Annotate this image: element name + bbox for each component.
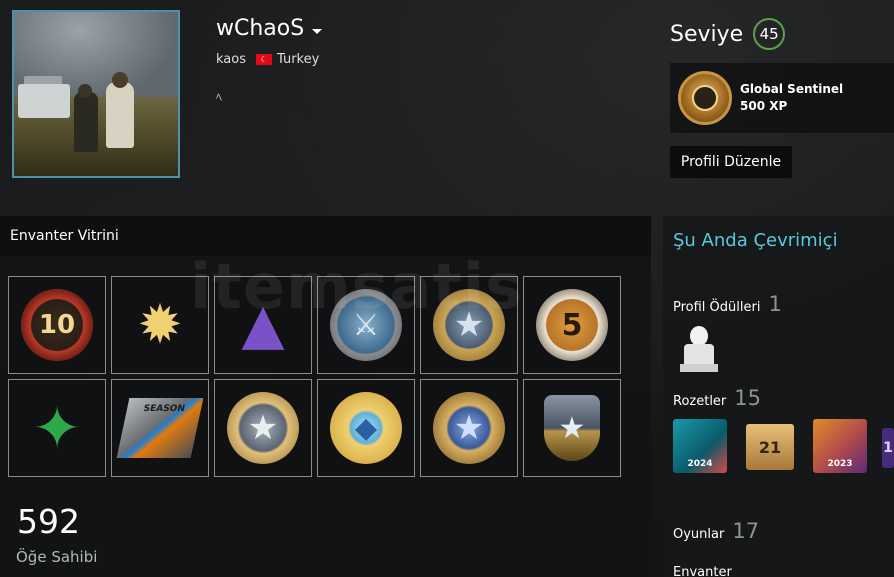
showcase-item[interactable]: ✦	[8, 379, 106, 477]
awards-count: 1	[768, 292, 782, 316]
showcase-grid: 10 ✹ ▲ ⚔ ★ 5 ✦ SEASON ★ ⬥ ★ ★	[8, 276, 624, 477]
showcase-item[interactable]: SEASON	[111, 379, 209, 477]
blue-star-medal-icon: ★	[433, 392, 505, 464]
profile-realname-row: kaos ☾ Turkey	[216, 52, 319, 67]
inventory-count-label: Öğe Sahibi	[16, 548, 98, 566]
green-star-medal-icon: ✦	[32, 394, 82, 462]
inventory-section[interactable]: Envanter	[673, 565, 732, 577]
favorite-badge-xp: 500 XP	[740, 99, 788, 113]
steam-2023-badge-icon[interactable]: 2023	[813, 419, 867, 473]
turkey-flag-icon: ☾	[256, 54, 272, 65]
global-sentinel-medal-icon	[678, 71, 732, 125]
profile-summary: ﾍ	[216, 90, 223, 104]
star-medal-icon: ✹	[137, 293, 183, 356]
username-text: wChaoS	[216, 16, 305, 41]
showcase-item[interactable]: ★	[523, 379, 621, 477]
inventory-label: Envanter	[673, 565, 732, 577]
games-count: 17	[732, 519, 760, 543]
badges-section[interactable]: Rozetler 15	[673, 386, 761, 410]
showcase-item[interactable]: ⬥	[317, 379, 415, 477]
badges-count: 15	[734, 386, 762, 410]
inventory-count: 592	[17, 502, 80, 541]
level-label: Seviye	[670, 21, 744, 47]
real-name: kaos	[216, 52, 246, 67]
profile-level: Seviye 45	[670, 18, 786, 50]
shield-star-medal-icon: ★	[544, 395, 600, 461]
season-coin-icon: SEASON	[116, 398, 204, 458]
online-status: Şu Anda Çevrimiçi	[673, 230, 838, 251]
chevron-down-icon[interactable]	[312, 29, 323, 34]
favorite-badge-name: Global Sentinel	[740, 82, 844, 96]
gold-pickem-coin-icon: ⬥	[330, 392, 402, 464]
pentagon-star-medal-icon: ★	[227, 392, 299, 464]
profile-location: ☾ Turkey	[256, 52, 319, 67]
showcase-item[interactable]: 5	[523, 276, 621, 374]
awards-label: Profil Ödülleri	[673, 300, 761, 315]
badges-label: Rozetler	[673, 394, 727, 409]
purple-pin-icon: ▲	[241, 292, 285, 357]
5-year-coin-icon: 5	[536, 289, 608, 361]
showcase-title: Envanter Vitrini	[0, 216, 651, 256]
showcase-item[interactable]: ⚔	[317, 276, 415, 374]
steam-2024-badge-icon[interactable]: 2024	[673, 419, 727, 473]
partial-badge-icon[interactable]: 1	[882, 428, 894, 468]
showcase-item[interactable]: ★	[420, 276, 518, 374]
showcase-item[interactable]: ✹	[111, 276, 209, 374]
showcase-item[interactable]: ▲	[214, 276, 312, 374]
service-medal-icon: ★	[433, 289, 505, 361]
level-badge[interactable]: 45	[753, 18, 786, 50]
profile-awards-section[interactable]: Profil Ödülleri 1	[673, 292, 782, 316]
games-label: Oyunlar	[673, 527, 725, 542]
favorite-badge[interactable]: Global Sentinel 500 XP	[670, 63, 894, 133]
edit-profile-button[interactable]: Profili Düzenle	[670, 146, 792, 178]
10-year-coin-icon: 10	[21, 289, 93, 361]
games-section[interactable]: Oyunlar 17	[673, 519, 759, 543]
showcase-item[interactable]: 10	[8, 276, 106, 374]
country-name: Turkey	[277, 52, 320, 67]
profile-username[interactable]: wChaoS	[216, 16, 323, 41]
bust-award-icon[interactable]	[678, 326, 718, 374]
profile-avatar[interactable]	[12, 10, 180, 178]
years-of-service-badge-icon[interactable]: 21	[746, 424, 794, 470]
showcase-item[interactable]: ★	[214, 379, 312, 477]
showcase-item[interactable]: ★	[420, 379, 518, 477]
shark-coin-icon: ⚔	[330, 289, 402, 361]
